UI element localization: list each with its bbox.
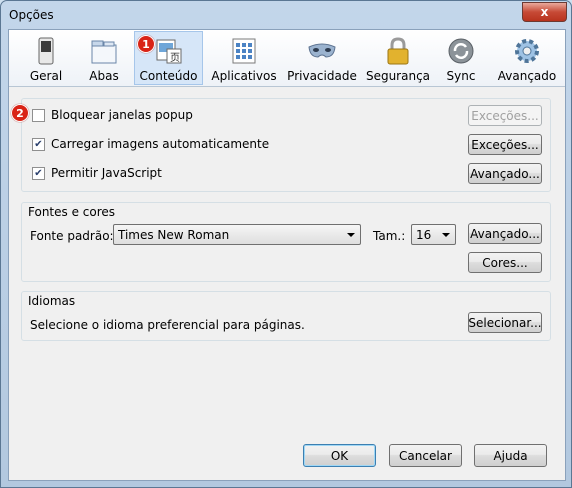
ok-button[interactable]: OK xyxy=(303,444,376,467)
tab-label: Privacidade xyxy=(287,69,357,83)
languages-group-title: Idiomas xyxy=(28,294,76,308)
help-button[interactable]: Ajuda xyxy=(474,444,547,467)
switch-icon xyxy=(38,37,54,65)
tabs-icon xyxy=(91,40,117,64)
javascript-option[interactable]: ✔ Permitir JavaScript xyxy=(32,166,162,180)
tab-seguranca[interactable]: Segurança xyxy=(365,32,431,84)
select-language-button[interactable]: Selecionar... xyxy=(468,312,542,333)
chevron-down-icon xyxy=(442,233,450,237)
javascript-checkbox[interactable]: ✔ xyxy=(32,166,45,180)
popup-exceptions-button[interactable]: Exceções... xyxy=(468,105,542,126)
javascript-label: Permitir JavaScript xyxy=(51,166,162,180)
tab-label: Conteúdo xyxy=(139,69,198,83)
load-images-option[interactable]: ✔ Carregar imagens automaticamente xyxy=(32,137,269,151)
content-icon: 页 xyxy=(156,39,181,64)
tab-label: Geral xyxy=(29,69,63,83)
options-window: Opções x Geral Abas 页 Conteúdo Aplicativ… xyxy=(0,0,572,488)
applications-icon xyxy=(232,38,256,64)
load-images-checkbox[interactable]: ✔ xyxy=(32,137,45,151)
font-size-select[interactable]: 16 xyxy=(411,224,456,245)
javascript-advanced-button[interactable]: Avançado... xyxy=(468,163,542,184)
tab-sync[interactable]: Sync xyxy=(441,32,481,84)
block-popups-checkbox[interactable] xyxy=(32,108,45,122)
images-exceptions-button[interactable]: Exceções... xyxy=(468,134,542,155)
default-font-value: Times New Roman xyxy=(118,227,230,242)
font-size-value: 16 xyxy=(416,227,432,242)
cancel-button[interactable]: Cancelar xyxy=(389,444,462,467)
tab-geral[interactable]: Geral xyxy=(19,32,73,84)
title-bar: Opções x xyxy=(1,1,572,29)
options-toolbar: Geral Abas 页 Conteúdo Aplicativos Privac… xyxy=(9,30,565,87)
chevron-down-icon xyxy=(347,233,355,237)
languages-description: Selecione o idioma preferencial para pág… xyxy=(30,318,305,332)
tab-label: Abas xyxy=(89,69,119,83)
tab-label: Sync xyxy=(446,69,476,83)
content-group: Bloquear janelas popup Exceções... ✔ Car… xyxy=(21,98,551,192)
tab-privacidade[interactable]: Privacidade xyxy=(287,32,357,84)
fonts-advanced-button[interactable]: Avançado... xyxy=(468,223,542,244)
close-icon: x xyxy=(540,5,549,19)
callout-badge-1: 1 xyxy=(137,35,155,53)
colors-button[interactable]: Cores... xyxy=(468,252,542,273)
tab-abas[interactable]: Abas xyxy=(79,32,129,84)
tab-aplicativos[interactable]: Aplicativos xyxy=(209,32,279,84)
gear-icon xyxy=(515,39,539,63)
mask-icon xyxy=(308,43,336,58)
callout-badge-2: 2 xyxy=(11,104,29,122)
fonts-group-title: Fontes e cores xyxy=(28,205,116,219)
default-font-label: Fonte padrão: xyxy=(30,229,114,243)
tab-label: Aplicativos xyxy=(211,69,277,83)
sync-icon xyxy=(448,38,474,64)
dialog-body: Geral Abas 页 Conteúdo Aplicativos Privac… xyxy=(8,29,566,481)
tab-label: Segurança xyxy=(365,69,431,83)
block-popups-option[interactable]: Bloquear janelas popup xyxy=(32,108,193,122)
fonts-colors-group: Fontes e cores Fonte padrão: Times New R… xyxy=(21,202,551,282)
tab-label: Avançado xyxy=(497,69,557,83)
tab-avancado[interactable]: Avançado xyxy=(497,32,557,84)
default-font-select[interactable]: Times New Roman xyxy=(113,224,361,245)
load-images-label: Carregar imagens automaticamente xyxy=(51,137,270,151)
block-popups-label: Bloquear janelas popup xyxy=(51,108,193,122)
languages-group: Idiomas Selecione o idioma preferencial … xyxy=(21,291,551,341)
svg-text:页: 页 xyxy=(170,52,180,64)
lock-icon xyxy=(387,37,409,65)
window-title: Opções xyxy=(9,8,54,22)
close-button[interactable]: x xyxy=(522,2,567,22)
font-size-label: Tam.: xyxy=(373,229,406,243)
